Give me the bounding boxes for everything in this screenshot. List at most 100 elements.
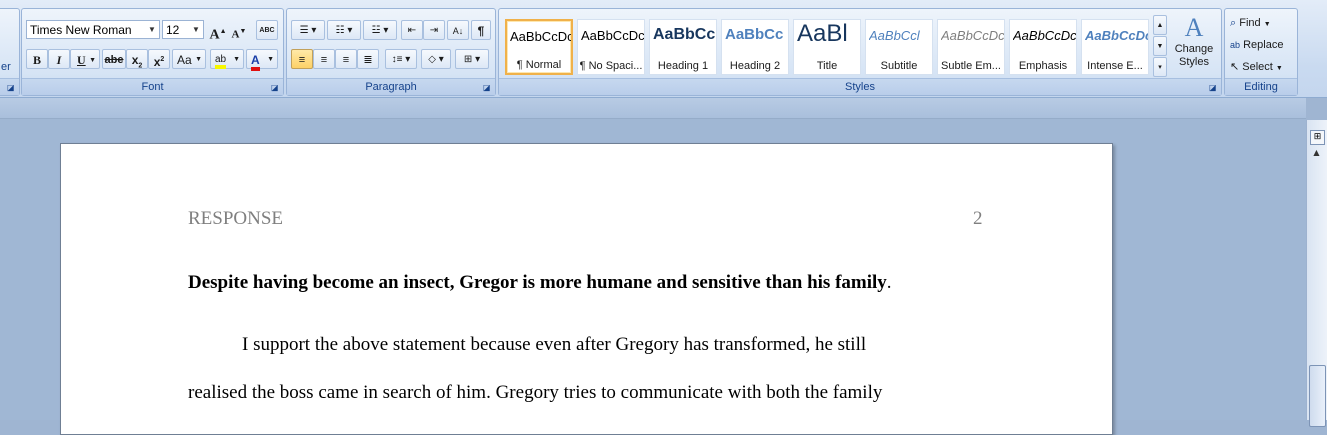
style-emphasis[interactable]: AaBbCcDc Emphasis — [1009, 19, 1077, 75]
bold-icon: B — [32, 53, 41, 67]
body-line-1: I support the above statement because ev… — [242, 334, 867, 355]
replace-label: Replace — [1243, 39, 1284, 51]
header-page-number: 2 — [973, 208, 983, 229]
find-button[interactable]: ⌕ Find ▼ — [1229, 13, 1291, 31]
style-no-spacing[interactable]: AaBbCcDc ¶ No Spaci... — [577, 19, 645, 75]
dialog-launcher-icon[interactable]: ◪ — [7, 83, 16, 92]
style-sample: AaBbCcDc — [1013, 28, 1076, 43]
vertical-scrollbar[interactable]: ⊞ ▲ — [1306, 120, 1327, 427]
shading-button[interactable]: ◇ ▾ — [421, 49, 451, 69]
clipboard-label-fragment: er — [1, 61, 11, 73]
font-size-value: 12 — [166, 23, 180, 37]
show-marks-button[interactable]: ¶ — [471, 20, 491, 40]
pilcrow-icon: ¶ — [477, 24, 485, 38]
subscript-button[interactable]: x2 — [126, 49, 148, 69]
style-subtitle[interactable]: AaBbCcl Subtitle — [865, 19, 933, 75]
font-name-value: Times New Roman — [30, 23, 132, 37]
align-left-button[interactable]: ≡ — [291, 49, 313, 69]
style-sample: AaBl — [797, 20, 848, 47]
style-sample: AaBbCcDc — [1085, 28, 1148, 43]
chevron-down-icon[interactable]: ▼ — [190, 22, 202, 37]
italic-icon: I — [56, 53, 62, 67]
ribbon: er ◪ Times New Roman ▼ 12 ▼ A▲ A▼ ABC B … — [0, 0, 1327, 98]
select-button[interactable]: ↖ Select ▼ — [1229, 57, 1291, 75]
styles-group-title: Styles — [499, 78, 1221, 95]
style-label: ¶ Normal — [516, 59, 562, 71]
font-group: Times New Roman ▼ 12 ▼ A▲ A▼ ABC B I U ▼ … — [21, 8, 284, 96]
strikethrough-button[interactable]: abe — [102, 49, 126, 69]
style-intense-emphasis[interactable]: AaBbCcDc Intense E... — [1081, 19, 1149, 75]
justify-button[interactable]: ≣ — [357, 49, 379, 69]
clipboard-group-partial: er ◪ — [0, 8, 20, 96]
styles-more-button[interactable]: ▾ — [1153, 57, 1167, 77]
thesis-period: . — [886, 272, 892, 293]
cursor-icon: ↖ — [1230, 61, 1240, 73]
styles-group: AaBbCcDc ¶ Normal AaBbCcDc ¶ No Spaci...… — [498, 8, 1222, 96]
superscript-button[interactable]: x2 — [148, 49, 170, 69]
font-color-button[interactable]: A ▼ — [246, 49, 278, 71]
editing-group-title: Editing — [1225, 78, 1297, 95]
select-label: Select — [1242, 61, 1273, 73]
italic-button[interactable]: I — [48, 49, 70, 69]
ruler-toggle-icon[interactable]: ⊞ — [1310, 130, 1325, 145]
numbering-button[interactable]: ☷ ▾ — [327, 20, 361, 40]
line-spacing-button[interactable]: ↕≡ ▾ — [385, 49, 417, 69]
scroll-up-arrow-icon[interactable]: ▲ — [1310, 148, 1323, 162]
chevron-down-icon[interactable]: ▼ — [146, 22, 158, 37]
change-styles-icon: A — [1184, 13, 1204, 42]
dialog-launcher-icon[interactable]: ◪ — [271, 83, 280, 92]
align-center-button[interactable]: ≡ — [313, 49, 335, 69]
borders-button[interactable]: ⊞ ▾ — [455, 49, 489, 69]
strikethrough-icon: abe — [104, 54, 124, 66]
style-label: Intense E... — [1087, 60, 1143, 72]
find-label: Find — [1239, 17, 1261, 29]
font-name-combo[interactable]: Times New Roman ▼ — [26, 20, 160, 39]
scroll-thumb[interactable] — [1309, 365, 1326, 427]
font-color-icon: A — [251, 53, 260, 71]
bold-button[interactable]: B — [26, 49, 48, 69]
style-heading-2[interactable]: AaBbCc Heading 2 — [721, 19, 789, 75]
style-label: Subtitle — [880, 60, 918, 72]
styles-scroll: ▲ ▼ ▾ — [1153, 15, 1167, 77]
sort-button[interactable]: A↓ — [447, 20, 469, 40]
shrink-font-button[interactable]: A▼ — [229, 20, 249, 41]
dialog-launcher-icon[interactable]: ◪ — [483, 83, 492, 92]
dialog-launcher-icon[interactable]: ◪ — [1209, 83, 1218, 92]
paragraph-group-title: Paragraph — [287, 78, 495, 95]
clear-formatting-button[interactable]: ABC — [256, 20, 278, 40]
editing-group: ⌕ Find ▼ ab Replace ↖ Select ▼ Editing — [1224, 8, 1298, 96]
header-left: RESPONSE — [188, 208, 284, 229]
align-right-button[interactable]: ≡ — [335, 49, 357, 69]
replace-button[interactable]: ab Replace — [1229, 35, 1295, 53]
style-label: Subtle Em... — [941, 60, 1001, 72]
highlight-button[interactable]: ab ▼ — [210, 49, 244, 69]
underline-button[interactable]: U ▼ — [70, 49, 100, 69]
font-size-combo[interactable]: 12 ▼ — [162, 20, 204, 39]
decrease-indent-button[interactable]: ⇤ — [401, 20, 423, 40]
style-label: Heading 2 — [729, 60, 781, 72]
style-title[interactable]: AaBl Title — [793, 19, 861, 75]
multilevel-list-button[interactable]: ☳ ▾ — [363, 20, 397, 40]
paragraph-group: ☰ ▾ ☷ ▾ ☳ ▾ ⇤ ⇥ A↓ ¶ ≡ ≡ ≡ ≣ ↕≡ ▾ ◇ ▾ ⊞ … — [286, 8, 496, 96]
style-subtle-emphasis[interactable]: AaBbCcDc Subtle Em... — [937, 19, 1005, 75]
thesis-statement: Despite having become an insect, Gregor … — [188, 272, 892, 294]
change-case-icon: Aa — [177, 53, 192, 67]
style-sample: AaBbCcl — [869, 28, 920, 43]
style-label: Emphasis — [1018, 60, 1068, 72]
thesis-statement-text: Despite having become an insect, Gregor … — [188, 272, 887, 293]
style-normal[interactable]: AaBbCcDc ¶ Normal — [505, 19, 573, 75]
change-styles-button[interactable]: A Change Styles — [1171, 13, 1217, 77]
styles-scroll-up-button[interactable]: ▲ — [1153, 15, 1167, 35]
change-case-button[interactable]: Aa ▼ — [172, 49, 206, 69]
document-page[interactable]: RESPONSE 2 Despite having become an inse… — [60, 143, 1113, 435]
underline-icon: U — [77, 53, 86, 67]
style-heading-1[interactable]: AaBbCc Heading 1 — [649, 19, 717, 75]
bullets-button[interactable]: ☰ ▾ — [291, 20, 325, 40]
increase-indent-button[interactable]: ⇥ — [423, 20, 445, 40]
style-sample: AaBbCcDc — [941, 28, 1004, 43]
grow-font-icon: A — [209, 27, 220, 43]
grow-font-button[interactable]: A▲ — [208, 20, 228, 43]
style-label: ¶ No Spaci... — [579, 60, 643, 72]
highlighter-icon: ab — [215, 54, 227, 69]
styles-scroll-down-button[interactable]: ▼ — [1153, 36, 1167, 56]
